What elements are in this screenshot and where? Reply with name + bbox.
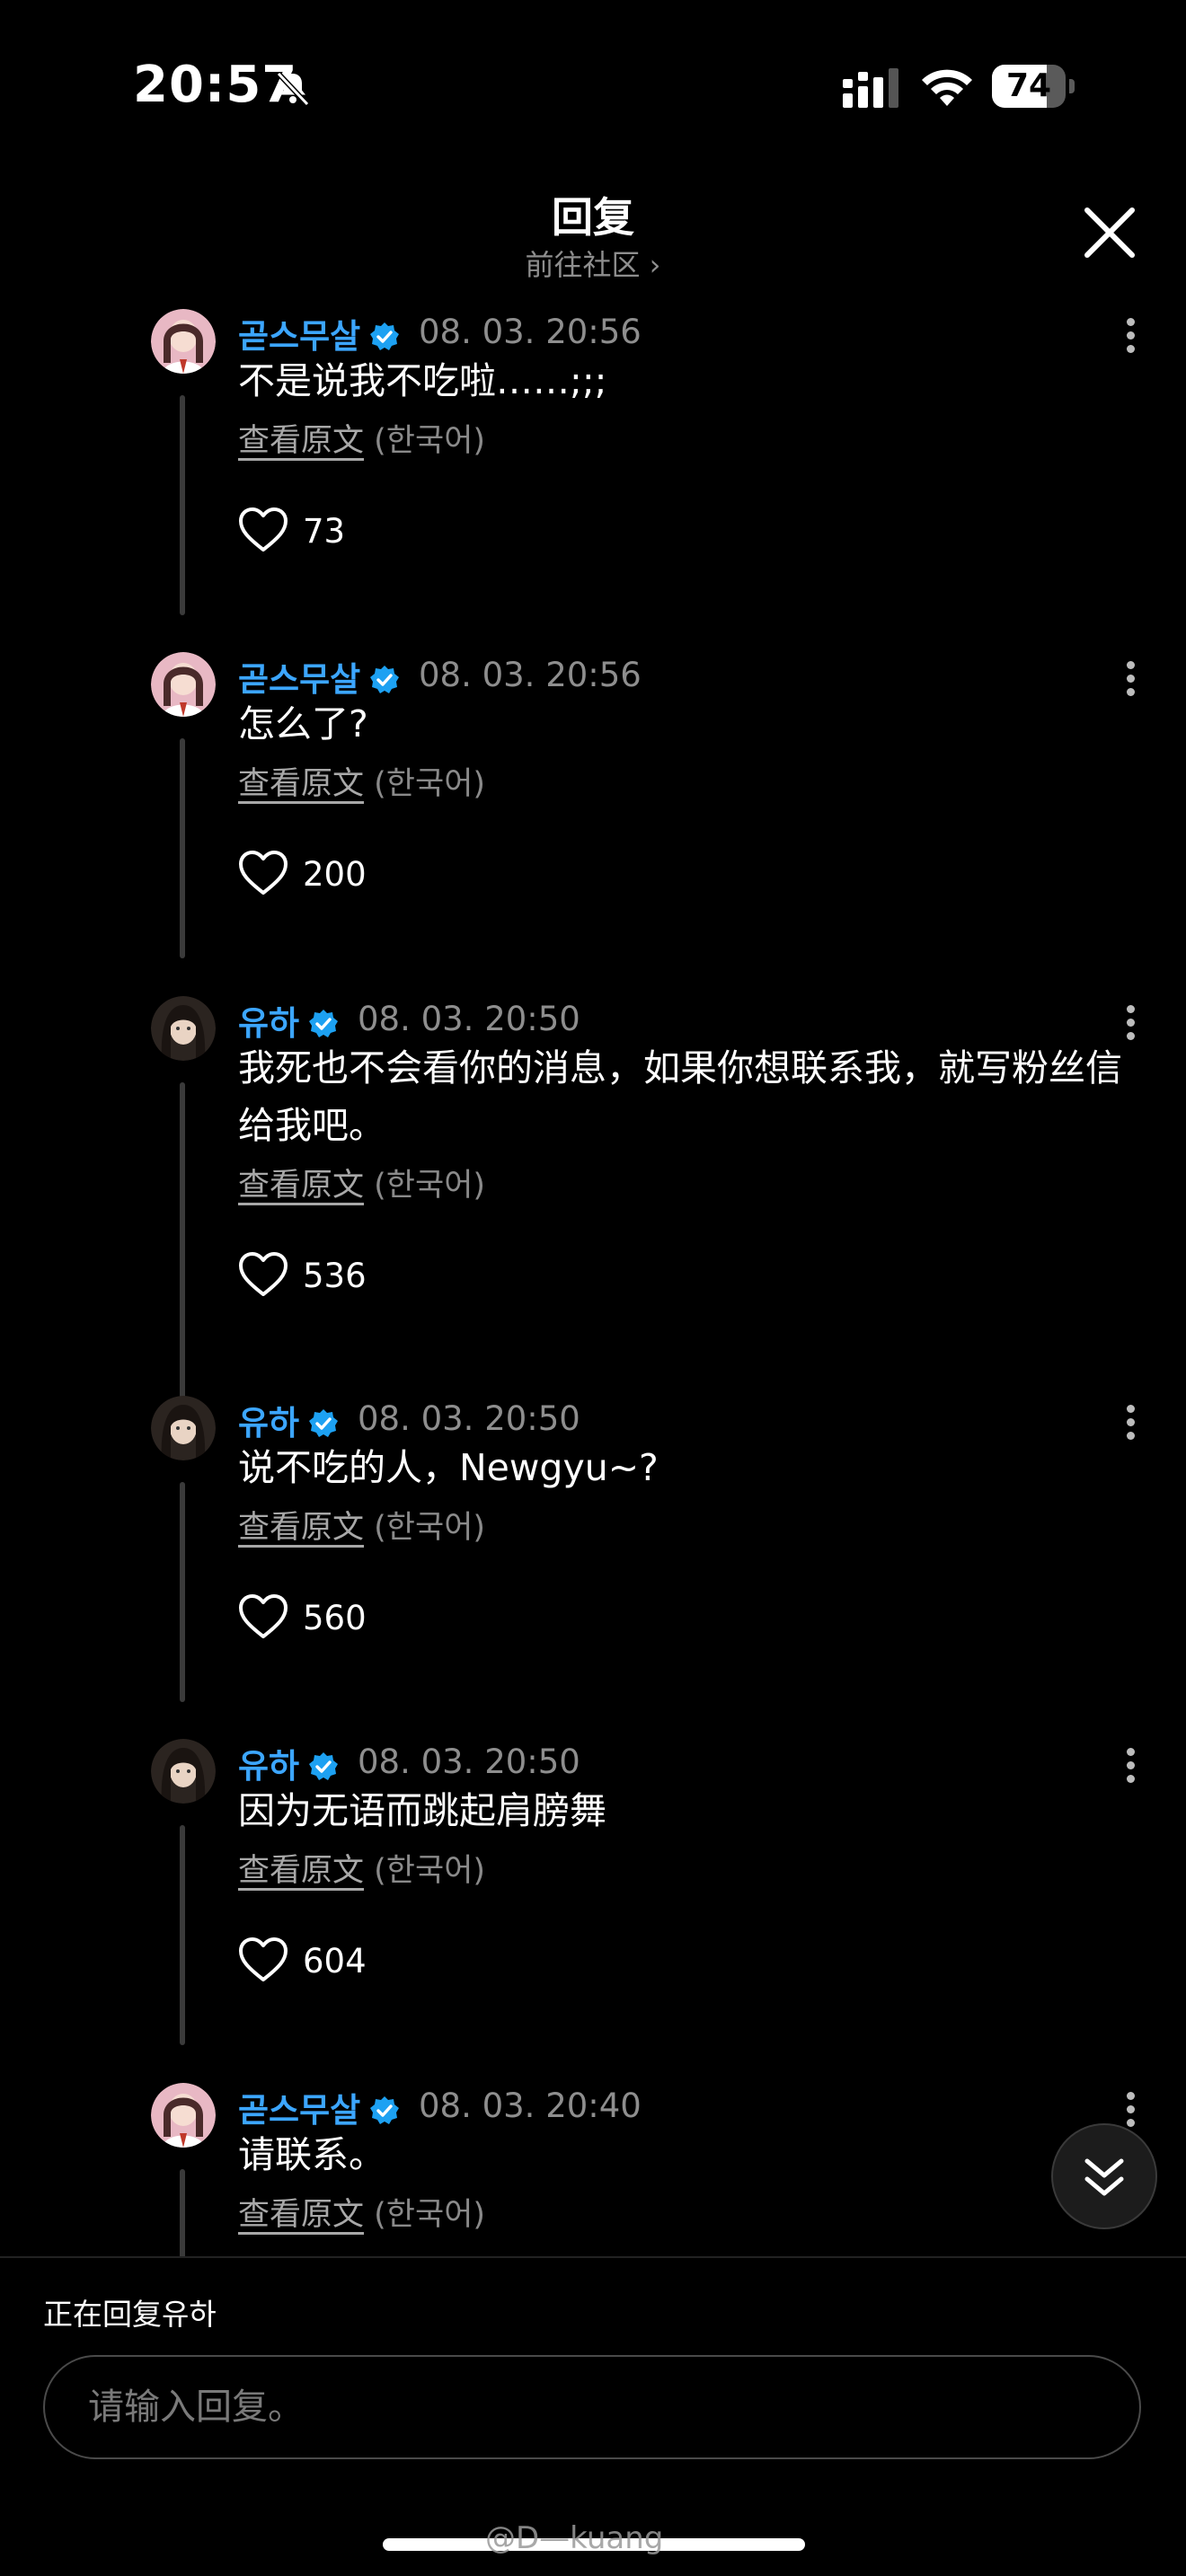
- username-text: 유하: [238, 1004, 300, 1043]
- reply-input[interactable]: [43, 2355, 1141, 2459]
- comment-text: 说不吃的人，Newgyu~?: [238, 1446, 659, 1489]
- original-language: (한국어): [374, 1510, 486, 1546]
- verified-badge-icon: [309, 1409, 339, 1437]
- username[interactable]: 곧스무살: [238, 309, 400, 357]
- close-icon[interactable]: [1078, 201, 1141, 264]
- comment-list[interactable]: 곧스무살 08. 03. 20:56 不是说我不吃啦……;;; 查看原文 (한국어) 7…: [0, 296, 1186, 2256]
- scroll-to-bottom-button[interactable]: [1051, 2123, 1157, 2229]
- original-language: (한국어): [374, 1168, 486, 1204]
- double-chevron-down-icon: [1084, 2158, 1124, 2196]
- avatar[interactable]: [151, 1739, 216, 1804]
- like-count: 200: [303, 855, 367, 894]
- view-original-link[interactable]: 查看原文: [238, 1510, 364, 1546]
- view-original-link[interactable]: 查看原文: [238, 1853, 364, 1889]
- divider: [0, 2256, 1186, 2258]
- view-original: 查看原文 (한국어): [238, 1160, 485, 1205]
- comment-text: 我死也不会看你的消息，如果你想联系我，就写粉丝信给我吧。: [238, 1046, 1122, 1147]
- battery-indicator: 74: [992, 65, 1076, 108]
- view-original: 查看原文 (한국어): [238, 2189, 485, 2235]
- watermark: @D—kuang: [485, 2520, 664, 2556]
- more-options-icon[interactable]: [1121, 318, 1139, 354]
- username[interactable]: 유하: [238, 996, 339, 1045]
- comment-date: 08. 03. 20:56: [419, 313, 642, 351]
- thread-line: [180, 1825, 185, 2045]
- like-count: 536: [303, 1257, 367, 1295]
- comment-date: 08. 03. 20:56: [419, 656, 642, 694]
- view-original-link[interactable]: 查看原文: [238, 2197, 364, 2233]
- wifi-icon: [922, 69, 972, 106]
- avatar[interactable]: [151, 2083, 216, 2148]
- username-text: 유하: [238, 1747, 300, 1786]
- more-options-icon[interactable]: [1121, 1005, 1139, 1041]
- like-count: 560: [303, 1599, 367, 1637]
- thread-line: [180, 738, 185, 958]
- view-original: 查看原文 (한국어): [238, 758, 485, 804]
- username[interactable]: 곧스무살: [238, 2083, 400, 2131]
- more-options-icon[interactable]: [1121, 661, 1139, 697]
- verified-badge-icon: [370, 322, 400, 350]
- original-language: (한국어): [374, 423, 486, 459]
- thread-line: [180, 1482, 185, 1702]
- comment-date: 08. 03. 20:50: [358, 1399, 580, 1438]
- username[interactable]: 유하: [238, 1396, 339, 1444]
- avatar[interactable]: [151, 652, 216, 717]
- go-to-community-link[interactable]: 前往社区 ›: [0, 243, 1186, 284]
- username-text: 곧스무살: [238, 660, 361, 699]
- cellular-signal-icon: [843, 68, 898, 108]
- avatar[interactable]: [151, 996, 216, 1061]
- like-count: 604: [303, 1942, 367, 1981]
- like-count: 73: [303, 512, 346, 551]
- view-original: 查看原文 (한국어): [238, 1502, 485, 1548]
- heart-icon: [239, 507, 288, 551]
- avatar[interactable]: [151, 1396, 216, 1460]
- thread-line: [180, 395, 185, 615]
- avatar[interactable]: [151, 309, 216, 374]
- comment-text: 请联系。: [238, 2133, 385, 2176]
- more-options-icon[interactable]: [1121, 2092, 1139, 2128]
- username-text: 곧스무살: [238, 317, 361, 356]
- heart-icon: [239, 1594, 288, 1638]
- heart-icon: [239, 1937, 288, 1981]
- comment-date: 08. 03. 20:50: [358, 1000, 580, 1038]
- heart-icon: [239, 1252, 288, 1296]
- thread-line: [180, 1082, 185, 1433]
- username-text: 유하: [238, 1404, 300, 1442]
- verified-badge-icon: [309, 1752, 339, 1780]
- verified-badge-icon: [370, 2096, 400, 2124]
- verified-badge-icon: [370, 666, 400, 693]
- view-original: 查看原文 (한국어): [238, 1845, 485, 1891]
- more-options-icon[interactable]: [1121, 1748, 1139, 1784]
- comment-date: 08. 03. 20:50: [358, 1742, 580, 1781]
- original-language: (한국어): [374, 766, 486, 802]
- battery-level: 74: [1005, 67, 1052, 104]
- comment-date: 08. 03. 20:40: [419, 2086, 642, 2125]
- comment-text: 因为无语而跳起肩膀舞: [238, 1789, 606, 1832]
- username[interactable]: 유하: [238, 1739, 339, 1787]
- status-bar: 20:57 74: [0, 0, 1186, 171]
- view-original: 查看原文 (한국어): [238, 415, 485, 461]
- page-title: 回复: [552, 193, 634, 242]
- comment-text: 怎么了?: [238, 702, 368, 745]
- verified-badge-icon: [309, 1010, 339, 1037]
- heart-icon: [239, 851, 288, 895]
- silent-bell-icon: [276, 71, 310, 107]
- original-language: (한국어): [374, 1853, 486, 1889]
- more-options-icon[interactable]: [1121, 1405, 1139, 1441]
- thread-line: [180, 2169, 185, 2256]
- view-original-link[interactable]: 查看原文: [238, 423, 364, 459]
- original-language: (한국어): [374, 2197, 486, 2233]
- username-text: 곧스무살: [238, 2091, 361, 2130]
- view-original-link[interactable]: 查看原文: [238, 1168, 364, 1204]
- replying-to-label: 正在回复유하: [43, 2297, 217, 2332]
- view-original-link[interactable]: 查看原文: [238, 766, 364, 802]
- username[interactable]: 곧스무살: [238, 652, 400, 701]
- comment-text: 不是说我不吃啦……;;;: [238, 359, 607, 402]
